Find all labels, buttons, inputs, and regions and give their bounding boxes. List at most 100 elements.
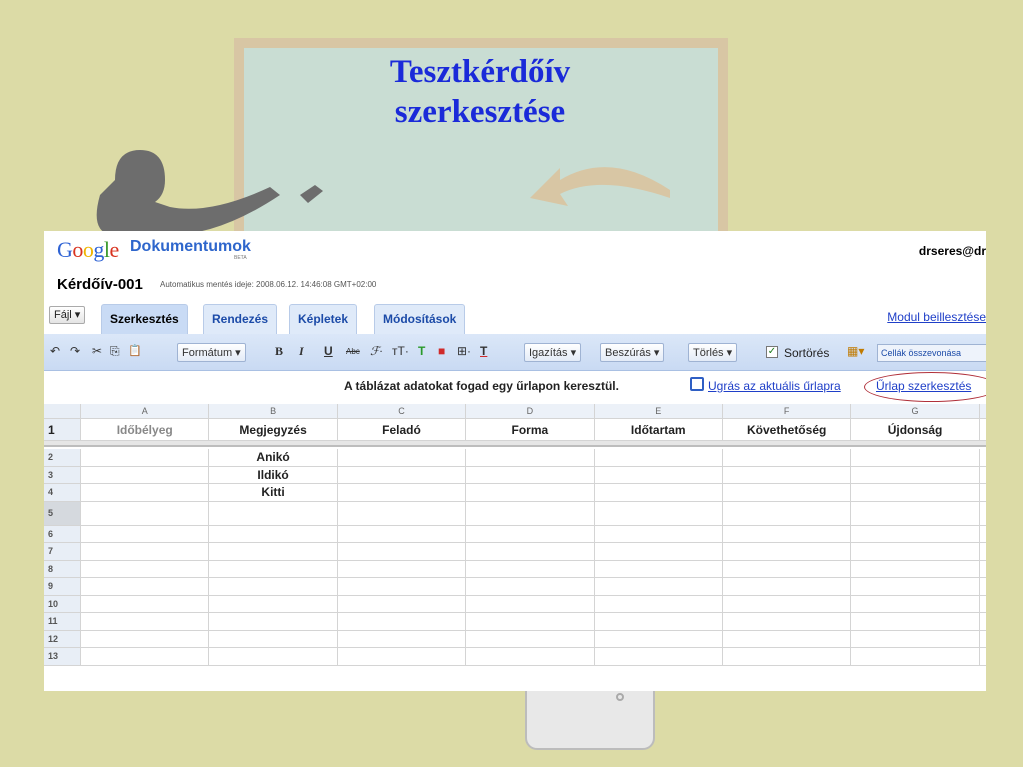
align-dropdown[interactable]: Igazítás ▾ xyxy=(524,343,582,362)
table-cell[interactable] xyxy=(338,525,467,542)
google-logo[interactable]: Google xyxy=(57,237,119,263)
header-cell[interactable]: Időtartam xyxy=(595,419,723,440)
format-dropdown[interactable]: Formátum ▾ xyxy=(177,343,246,362)
header-cell[interactable]: Követhetőség xyxy=(723,419,852,440)
redo-icon[interactable]: ↷ xyxy=(70,344,80,358)
font-size-button[interactable]: тT· xyxy=(392,344,409,358)
table-cell[interactable] xyxy=(338,560,467,577)
table-cell[interactable] xyxy=(338,449,467,466)
table-cell[interactable] xyxy=(338,501,467,525)
table-cell[interactable] xyxy=(595,466,723,483)
table-cell[interactable]: Anikó xyxy=(209,449,338,466)
tab-sort[interactable]: Rendezés xyxy=(203,304,278,334)
table-cell[interactable] xyxy=(338,543,467,560)
row-number[interactable]: 5 xyxy=(44,501,81,525)
row-number[interactable]: 11 xyxy=(44,613,81,630)
strikethrough-button[interactable]: Abc xyxy=(346,347,360,356)
table-cell[interactable] xyxy=(466,484,595,501)
table-cell[interactable] xyxy=(723,466,852,483)
table-cell[interactable] xyxy=(595,630,723,647)
table-cell[interactable] xyxy=(466,449,595,466)
table-cell[interactable] xyxy=(81,648,210,665)
file-menu-button[interactable]: Fájl ▾ xyxy=(49,306,86,324)
table-cell[interactable] xyxy=(723,648,852,665)
user-account[interactable]: drseres@dr xyxy=(919,244,986,258)
table-cell[interactable] xyxy=(851,484,980,501)
table-cell[interactable] xyxy=(595,543,723,560)
table-cell[interactable] xyxy=(851,613,980,630)
table-cell[interactable] xyxy=(81,525,210,542)
table-cell[interactable] xyxy=(81,501,210,525)
table-cell[interactable] xyxy=(595,501,723,525)
table-cell[interactable] xyxy=(81,560,210,577)
fill-color-icon[interactable]: ■ xyxy=(438,344,445,358)
table-cell[interactable] xyxy=(466,501,595,525)
table-cell[interactable] xyxy=(209,595,338,612)
table-cell[interactable] xyxy=(723,560,852,577)
table-cell[interactable] xyxy=(723,543,852,560)
table-cell[interactable] xyxy=(723,449,852,466)
chart-icon[interactable]: ▦▾ xyxy=(847,344,864,358)
border-icon[interactable]: ⊞· xyxy=(457,344,471,358)
table-cell[interactable] xyxy=(851,466,980,483)
table-cell[interactable] xyxy=(723,630,852,647)
row-number[interactable]: 10 xyxy=(44,595,81,612)
table-cell[interactable] xyxy=(851,648,980,665)
table-cell[interactable] xyxy=(338,648,467,665)
table-cell[interactable] xyxy=(595,449,723,466)
header-cell[interactable]: Forma xyxy=(466,419,595,440)
table-cell[interactable] xyxy=(209,501,338,525)
table-cell[interactable] xyxy=(851,578,980,595)
table-cell[interactable] xyxy=(81,630,210,647)
table-cell[interactable] xyxy=(851,449,980,466)
table-cell[interactable] xyxy=(723,501,852,525)
row-number[interactable]: 9 xyxy=(44,578,81,595)
table-cell[interactable] xyxy=(595,648,723,665)
table-cell[interactable] xyxy=(466,630,595,647)
clear-format-icon[interactable]: T xyxy=(480,344,487,358)
row-number[interactable]: 12 xyxy=(44,630,81,647)
table-cell[interactable] xyxy=(81,613,210,630)
table-cell[interactable] xyxy=(338,595,467,612)
row-number[interactable]: 3 xyxy=(44,466,81,483)
text-color-icon[interactable]: T xyxy=(418,344,425,358)
table-cell[interactable] xyxy=(209,613,338,630)
table-cell[interactable] xyxy=(338,613,467,630)
table-cell[interactable] xyxy=(466,543,595,560)
tab-formulas[interactable]: Képletek xyxy=(289,304,358,334)
table-cell[interactable] xyxy=(81,595,210,612)
paste-icon[interactable]: 📋 xyxy=(128,344,142,357)
table-cell[interactable] xyxy=(851,595,980,612)
table-cell[interactable] xyxy=(595,484,723,501)
row-number[interactable]: 1 xyxy=(44,419,81,440)
table-cell[interactable] xyxy=(851,501,980,525)
row-number[interactable]: 4 xyxy=(44,484,81,501)
table-cell[interactable] xyxy=(851,560,980,577)
table-cell[interactable] xyxy=(595,578,723,595)
table-cell[interactable] xyxy=(338,484,467,501)
header-cell[interactable]: Újdonság xyxy=(851,419,980,440)
tab-edit[interactable]: Szerkesztés xyxy=(101,304,188,334)
column-header-a[interactable]: A xyxy=(81,404,210,418)
column-header-d[interactable]: D xyxy=(466,404,595,418)
table-cell[interactable] xyxy=(466,466,595,483)
freeze-bar[interactable] xyxy=(44,441,986,447)
table-cell[interactable] xyxy=(466,595,595,612)
table-cell[interactable] xyxy=(851,630,980,647)
table-cell[interactable] xyxy=(209,543,338,560)
table-cell[interactable] xyxy=(851,525,980,542)
delete-dropdown[interactable]: Törlés ▾ xyxy=(688,343,738,362)
table-cell[interactable] xyxy=(209,578,338,595)
table-cell[interactable]: Ildikó xyxy=(209,466,338,483)
corner-cell[interactable] xyxy=(44,404,81,418)
go-to-form-link[interactable]: Ugrás az aktuális űrlapra xyxy=(708,379,841,393)
row-number[interactable]: 13 xyxy=(44,648,81,665)
wrap-checkbox[interactable]: ✓ xyxy=(766,346,778,358)
column-header-b[interactable]: B xyxy=(209,404,338,418)
table-cell[interactable] xyxy=(466,525,595,542)
table-cell[interactable] xyxy=(338,466,467,483)
table-cell[interactable] xyxy=(851,543,980,560)
table-cell[interactable] xyxy=(209,560,338,577)
row-number[interactable]: 7 xyxy=(44,543,81,560)
table-cell[interactable] xyxy=(723,595,852,612)
